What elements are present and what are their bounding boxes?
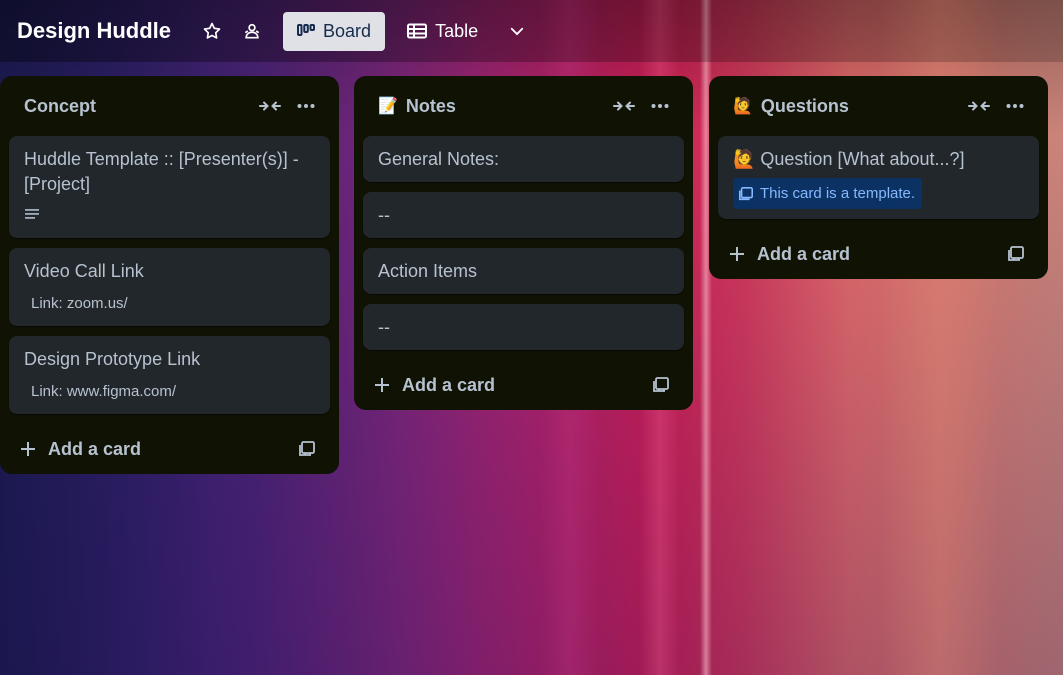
list-header: 📝 Notes — [363, 76, 684, 136]
card[interactable]: Action Items — [363, 248, 684, 294]
list-footer: Add a card — [363, 360, 684, 410]
create-from-template-icon[interactable] — [646, 370, 676, 400]
card-title: Video Call Link — [24, 261, 144, 281]
template-icon — [738, 186, 754, 200]
add-card-button[interactable]: Add a card — [374, 375, 646, 396]
list-footer: Add a card — [718, 229, 1039, 279]
board-title[interactable]: Design Huddle — [17, 18, 171, 44]
more-options-icon[interactable] — [288, 91, 324, 121]
plus-icon — [730, 247, 744, 261]
card-title: Action Items — [378, 261, 478, 281]
card-title: Huddle Template :: [Presenter(s)] - [Pro… — [24, 149, 299, 194]
plus-icon — [375, 378, 389, 392]
card-link-text: Link: www.figma.com/ — [31, 383, 177, 400]
star-icon[interactable] — [195, 14, 229, 48]
visibility-workspace-icon[interactable] — [235, 14, 269, 48]
list-footer: Add a card — [9, 424, 330, 474]
list-header: 🙋 Questions — [718, 76, 1039, 136]
board-header: Design Huddle Board Table — [0, 0, 1063, 62]
card[interactable]: -- — [363, 192, 684, 238]
description-icon — [24, 203, 315, 228]
view-board-label: Board — [323, 20, 372, 41]
chevron-down-icon[interactable] — [500, 14, 534, 48]
more-options-icon[interactable] — [642, 91, 678, 121]
raising-hand-icon: 🙋 — [733, 98, 753, 115]
list-title[interactable]: 📝 Notes — [378, 96, 606, 117]
list-header: Concept — [9, 76, 330, 136]
list-concept: Concept Huddle Template :: [Presenter(s)… — [0, 76, 339, 474]
board-icon — [297, 24, 316, 36]
table-icon — [407, 23, 428, 39]
card[interactable]: Design Prototype Link Link: www.figma.co… — [9, 336, 330, 414]
card-title: -- — [378, 317, 390, 337]
add-card-button[interactable]: Add a card — [729, 244, 1001, 265]
add-card-button[interactable]: Add a card — [20, 439, 292, 460]
view-table-label: Table — [435, 20, 479, 41]
create-from-template-icon[interactable] — [292, 434, 322, 464]
card[interactable]: Huddle Template :: [Presenter(s)] - [Pro… — [9, 136, 330, 238]
card-link-text: Link: zoom.us/ — [31, 295, 128, 312]
view-table-button[interactable]: Table — [393, 12, 492, 51]
list-title[interactable]: Concept — [24, 96, 252, 117]
card-title: Design Prototype Link — [24, 349, 201, 369]
template-badge: This card is a template. — [733, 178, 923, 209]
card[interactable]: Video Call Link Link: zoom.us/ — [9, 248, 330, 326]
list-notes: 📝 Notes General Notes: -- Action Items -… — [354, 76, 693, 410]
list-questions: 🙋 Questions 🙋 Question [What about...?] … — [709, 76, 1048, 279]
plus-icon — [21, 442, 35, 456]
card-title: General Notes: — [378, 149, 500, 169]
list-title[interactable]: 🙋 Questions — [733, 96, 961, 117]
more-options-icon[interactable] — [997, 91, 1033, 121]
card-title: -- — [378, 205, 390, 225]
collapse-list-icon[interactable] — [961, 91, 997, 121]
card-title: 🙋 Question [What about...?] — [733, 149, 965, 169]
collapse-list-icon[interactable] — [252, 91, 288, 121]
view-board-button[interactable]: Board — [283, 11, 386, 51]
memo-icon: 📝 — [378, 98, 398, 115]
card[interactable]: General Notes: — [363, 136, 684, 182]
card[interactable]: -- — [363, 304, 684, 350]
create-from-template-icon[interactable] — [1001, 239, 1031, 269]
collapse-list-icon[interactable] — [606, 91, 642, 121]
card[interactable]: 🙋 Question [What about...?] This card is… — [718, 136, 1039, 219]
